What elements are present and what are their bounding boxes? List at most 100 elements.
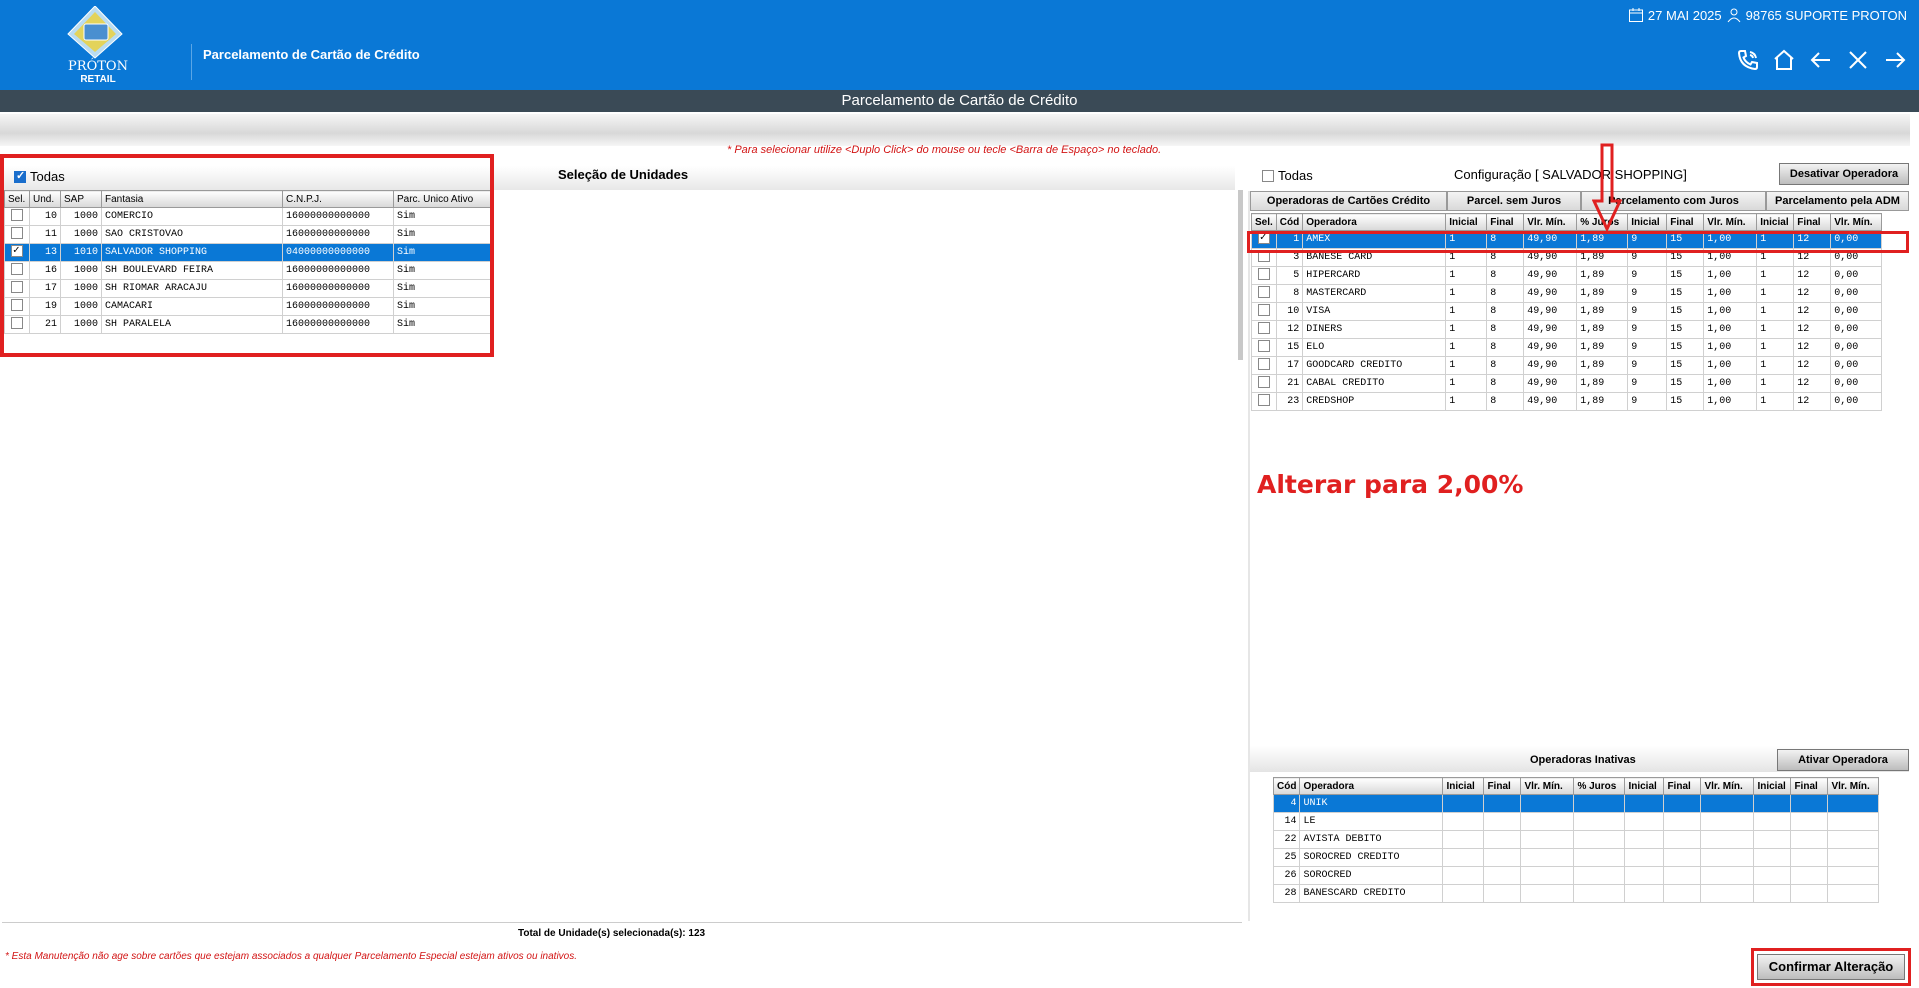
forward-arrow-icon[interactable] [1883, 48, 1907, 72]
confirm-change-button[interactable]: Confirmar Alteração [1757, 954, 1905, 980]
tab-pela-adm[interactable]: Parcelamento pela ADM [1766, 191, 1909, 211]
operator-value: 49,90 [1523, 374, 1578, 393]
operator-name: HIPERCARD [1302, 266, 1447, 285]
operator-row[interactable]: 17 GOODCARD CREDITO 1 8 49,90 1,89 9 15 1,00 1 12 0… [1251, 356, 1883, 375]
inactive-operator-row[interactable]: 28 BANESCARD CREDITO [1272, 884, 1880, 903]
column-header[interactable]: Vlr. Mín. [1523, 213, 1578, 231]
tab-operadoras[interactable]: Operadoras de Cartões Crédito [1250, 191, 1447, 211]
phone-icon[interactable] [1736, 48, 1760, 72]
operator-select-checkbox[interactable] [1257, 375, 1270, 388]
header-status: 27 MAI 2025 98765 SUPORTE PROTON [1628, 7, 1907, 23]
operator-select-checkbox-cell[interactable] [1251, 284, 1277, 303]
operator-row[interactable]: 10 VISA 1 8 49,90 1,89 9 15 1,00 1 12 0,00 [1251, 302, 1883, 321]
operator-name: MASTERCARD [1302, 284, 1447, 303]
inactive-operator-row[interactable]: 26 SOROCRED [1272, 866, 1880, 885]
tab-sem-juros[interactable]: Parcel. sem Juros [1447, 191, 1581, 211]
operator-row[interactable]: 12 DINERS 1 8 49,90 1,89 9 15 1,00 1 12 0,00 [1251, 320, 1883, 339]
operator-select-checkbox-cell[interactable] [1251, 302, 1277, 321]
highlight-box [1247, 231, 1909, 253]
inactive-operator-row[interactable]: 25 SOROCRED CREDITO [1272, 848, 1880, 867]
column-header[interactable]: Inicial [1627, 213, 1668, 231]
operator-select-checkbox[interactable] [1257, 357, 1270, 370]
column-header[interactable]: Inicial [1756, 213, 1795, 231]
operator-code: 22 [1272, 830, 1301, 849]
operator-select-checkbox[interactable] [1257, 393, 1270, 406]
operator-row[interactable]: 8 MASTERCARD 1 8 49,90 1,89 9 15 1,00 1 12 0,00 [1251, 284, 1883, 303]
column-header[interactable]: Final [1663, 777, 1702, 795]
operator-select-checkbox-cell[interactable] [1251, 374, 1277, 393]
proton-retail-logo: PRÓTON RETAIL [60, 5, 150, 86]
operator-value: 9 [1627, 266, 1668, 285]
inactive-operator-row[interactable]: 22 AVISTA DEBITO [1272, 830, 1880, 849]
operator-value: 1 [1756, 356, 1795, 375]
operator-row[interactable]: 21 CABAL CREDITO 1 8 49,90 1,89 9 15 1,00 1 12 0,00 [1251, 374, 1883, 393]
select-all-operators-checkbox[interactable] [1262, 169, 1274, 182]
units-scrollbar[interactable] [1238, 190, 1243, 360]
operator-row[interactable]: 5 HIPERCARD 1 8 49,90 1,89 9 15 1,00 1 12 0,00 [1251, 266, 1883, 285]
operator-select-checkbox-cell[interactable] [1251, 320, 1277, 339]
inactive-operator-row[interactable]: 14 LE [1272, 812, 1880, 831]
column-header[interactable]: Operadora [1302, 213, 1447, 231]
operator-select-checkbox[interactable] [1257, 339, 1270, 352]
operator-value: 1 [1756, 374, 1795, 393]
operator-code: 21 [1275, 374, 1304, 393]
column-header[interactable]: Final [1666, 213, 1705, 231]
column-header[interactable]: Final [1486, 213, 1525, 231]
column-header[interactable]: Final [1483, 777, 1522, 795]
inactive-operator-row[interactable]: 4 UNIK [1272, 794, 1880, 813]
empty-cell [1790, 866, 1829, 885]
operator-value: 15 [1666, 320, 1705, 339]
column-header[interactable]: % Juros [1573, 777, 1626, 795]
select-all-operators[interactable]: Todas [1262, 168, 1313, 183]
column-header[interactable]: Inicial [1442, 777, 1485, 795]
column-header[interactable]: Final [1790, 777, 1829, 795]
operator-row[interactable]: 15 ELO 1 8 49,90 1,89 9 15 1,00 1 12 0,00 [1251, 338, 1883, 357]
operator-select-checkbox-cell[interactable] [1251, 338, 1277, 357]
total-units-selected: Total de Unidade(s) selecionada(s): 123 [518, 928, 706, 939]
activate-operator-button[interactable]: Ativar Operadora [1777, 749, 1909, 771]
operator-select-checkbox[interactable] [1257, 285, 1270, 298]
column-header[interactable]: Vlr. Mín. [1700, 777, 1755, 795]
empty-cell [1663, 848, 1702, 867]
deactivate-operator-button[interactable]: Desativar Operadora [1779, 163, 1909, 185]
operator-row[interactable]: 23 CREDSHOP 1 8 49,90 1,89 9 15 1,00 1 12 0,00 [1251, 392, 1883, 411]
operator-select-checkbox[interactable] [1257, 303, 1270, 316]
operator-name: GOODCARD CREDITO [1302, 356, 1447, 375]
back-arrow-icon[interactable] [1809, 48, 1833, 72]
column-header[interactable]: Operadora [1299, 777, 1444, 795]
operator-value: 0,00 [1830, 302, 1883, 321]
column-header[interactable]: Cód [1272, 777, 1301, 795]
operator-select-checkbox-cell[interactable] [1251, 266, 1277, 285]
column-header[interactable]: Final [1793, 213, 1832, 231]
empty-cell [1624, 812, 1665, 831]
column-header[interactable]: Vlr. Mín. [1827, 777, 1880, 795]
operator-value: 12 [1793, 338, 1832, 357]
empty-cell [1753, 866, 1792, 885]
operator-value: 1,00 [1703, 266, 1758, 285]
close-icon[interactable] [1846, 48, 1870, 72]
empty-cell [1790, 812, 1829, 831]
empty-cell [1442, 830, 1485, 849]
empty-cell [1624, 866, 1665, 885]
operator-value: 1 [1756, 320, 1795, 339]
column-header[interactable]: Cód [1275, 213, 1304, 231]
operator-select-checkbox-cell[interactable] [1251, 392, 1277, 411]
column-header[interactable]: Vlr. Mín. [1520, 777, 1575, 795]
column-header[interactable]: Sel. [1251, 213, 1277, 231]
operator-value: 1 [1756, 266, 1795, 285]
empty-cell [1520, 848, 1575, 867]
column-header[interactable]: Inicial [1445, 213, 1488, 231]
operator-value: 49,90 [1523, 302, 1578, 321]
operator-value: 9 [1627, 320, 1668, 339]
operator-value: 1,00 [1703, 392, 1758, 411]
column-header[interactable]: Inicial [1624, 777, 1665, 795]
operator-value: 1,89 [1576, 320, 1629, 339]
column-header[interactable]: Vlr. Mín. [1830, 213, 1883, 231]
operator-value: 1 [1756, 284, 1795, 303]
home-icon[interactable] [1772, 48, 1796, 72]
operator-select-checkbox[interactable] [1257, 321, 1270, 334]
column-header[interactable]: Inicial [1753, 777, 1792, 795]
column-header[interactable]: Vlr. Mín. [1703, 213, 1758, 231]
operator-select-checkbox-cell[interactable] [1251, 356, 1277, 375]
operator-select-checkbox[interactable] [1257, 267, 1270, 280]
